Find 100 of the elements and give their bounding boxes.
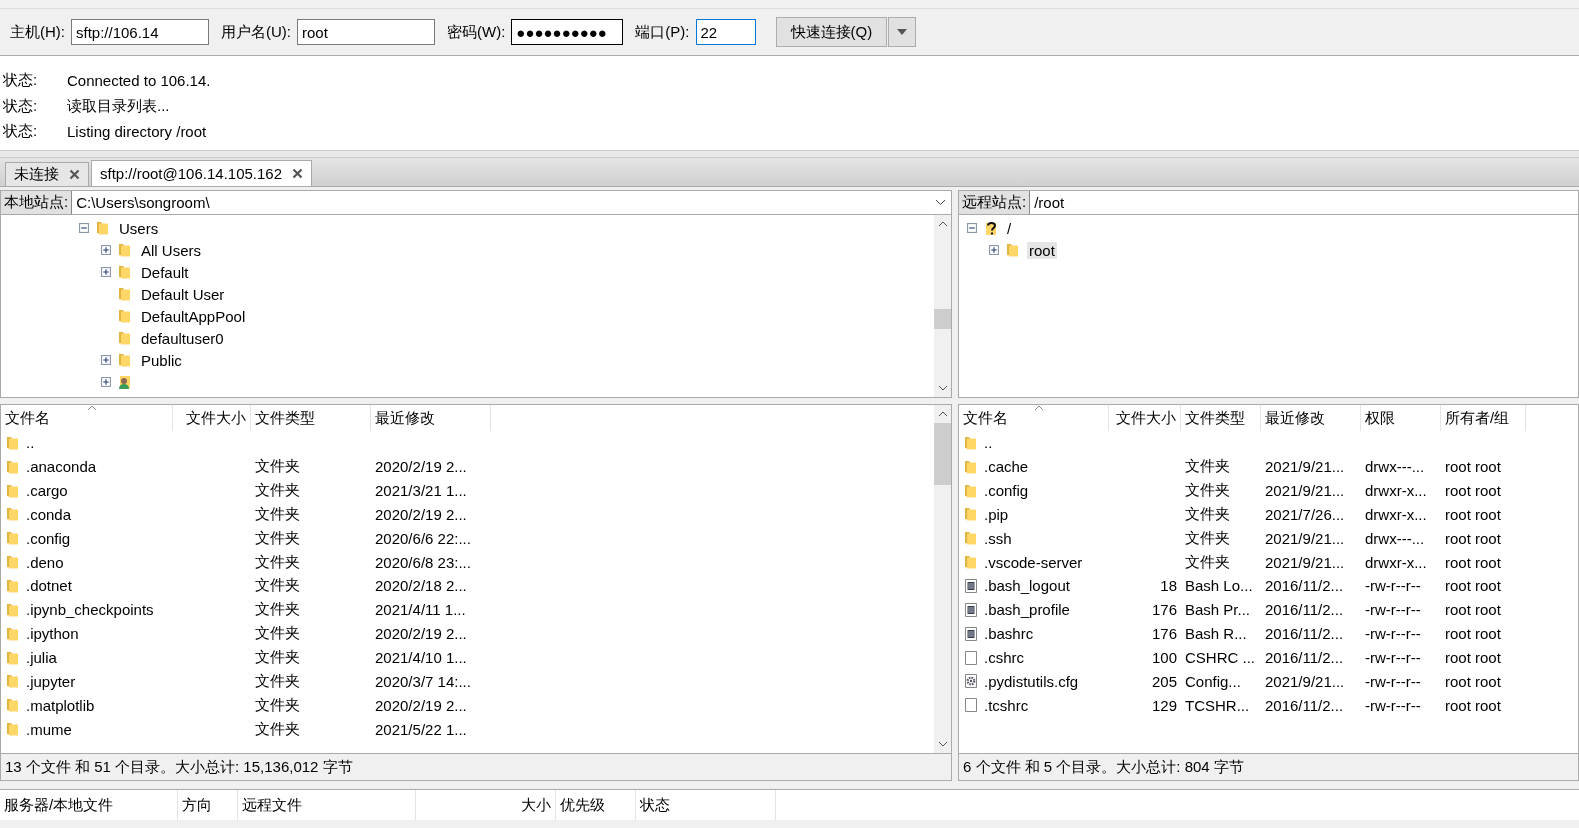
table-cell: 129 [1151, 696, 1177, 714]
file-name[interactable]: .config [984, 482, 1029, 500]
column-header[interactable]: 文件类型 [1181, 405, 1261, 431]
column-header[interactable]: 文件名 [1, 405, 173, 431]
file-name[interactable]: .. [984, 434, 993, 452]
table-cell: 文件夹 [1185, 481, 1230, 501]
quickconnect-button[interactable]: 快速连接(Q) [775, 17, 888, 47]
folder-icon [117, 264, 133, 280]
expand-icon[interactable] [989, 245, 999, 255]
folder-icon [117, 286, 133, 302]
file-name[interactable]: .config [26, 529, 71, 547]
file-name[interactable]: .ipython [26, 625, 79, 643]
input-field[interactable]: sftp://106.14 [71, 19, 209, 45]
file-name[interactable]: .anaconda [26, 458, 97, 476]
table-cell: 2020/2/19 2... [375, 458, 467, 476]
password-field[interactable]: ●●●●●●●●●● [511, 19, 624, 45]
file-name[interactable]: .matplotlib [26, 696, 95, 714]
scrollbar-thumb[interactable] [934, 308, 951, 330]
tree-item[interactable]: Default [139, 263, 191, 281]
table-cell: 100 [1151, 649, 1177, 666]
file-name[interactable]: .ipynb_checkpoints [26, 601, 154, 619]
folder-icon [117, 330, 133, 346]
tree-item[interactable]: Users [117, 219, 161, 237]
tab[interactable]: sftp://root@106.14.105.162 [91, 160, 313, 186]
file-name[interactable]: .cache [984, 458, 1029, 476]
scrollbar-thumb[interactable] [934, 423, 951, 486]
column-header[interactable]: 文件类型 [251, 405, 371, 431]
folder-icon [963, 434, 979, 451]
file-name[interactable]: .vscode-server [984, 553, 1083, 571]
tree-item[interactable]: / [1005, 219, 1014, 237]
file-name[interactable]: .cargo [26, 482, 68, 500]
input-field[interactable]: root [297, 19, 435, 45]
tree-item[interactable]: Default User [139, 285, 227, 303]
file-name[interactable]: .jupyter [26, 672, 76, 690]
file-name[interactable]: .tcshrc [984, 696, 1029, 714]
scroll-down-icon[interactable] [937, 741, 948, 747]
tree-item[interactable]: root [1027, 241, 1057, 259]
table-cell: root root [1445, 482, 1501, 500]
table-cell: root root [1445, 577, 1501, 595]
table-cell: 2021/5/22 1... [375, 720, 467, 738]
log-message: 读取目录列表... [67, 96, 170, 116]
text-file-icon [963, 601, 979, 618]
column-header[interactable]: 所有者/组 [1441, 405, 1526, 431]
file-name[interactable]: .dotnet [26, 577, 72, 595]
scrollbar[interactable] [934, 215, 951, 397]
folder-icon [117, 352, 133, 368]
column-header[interactable]: 文件大小 [1109, 405, 1181, 431]
input-field[interactable]: 22 [695, 19, 756, 45]
dropdown-button[interactable] [888, 17, 917, 47]
table-cell: -rw-r--r-- [1365, 577, 1421, 595]
column-header[interactable]: 最近修改 [371, 405, 491, 431]
table-cell: 2016/11/2... [1265, 696, 1344, 714]
expand-icon[interactable] [101, 355, 111, 365]
expand-icon[interactable] [101, 267, 111, 277]
table-cell: 文件夹 [255, 600, 300, 620]
file-name[interactable]: .deno [26, 553, 64, 571]
column-header[interactable]: 服务器/本地文件 [0, 790, 178, 820]
tab[interactable]: 未连接 [5, 162, 89, 186]
column-header[interactable]: 权限 [1361, 405, 1441, 431]
column-header[interactable]: 大小 [416, 790, 556, 820]
file-name[interactable]: .mume [26, 720, 72, 738]
file-name[interactable]: .cshrc [984, 649, 1024, 666]
file-name[interactable]: .conda [26, 505, 72, 523]
table-cell: 2021/9/21... [1265, 553, 1345, 571]
scroll-up-icon[interactable] [937, 221, 948, 227]
close-icon[interactable] [69, 169, 80, 180]
scrollbar[interactable] [934, 405, 951, 753]
table-cell: root root [1445, 649, 1501, 666]
column-header[interactable]: 状态 [636, 790, 776, 820]
expand-icon[interactable] [101, 245, 111, 255]
unknown-folder-icon [983, 220, 999, 236]
log-label: 状态: [2, 71, 39, 91]
text-file-icon [963, 578, 979, 594]
file-name[interactable]: .ssh [984, 529, 1012, 547]
column-header[interactable]: 优先级 [556, 790, 636, 820]
scroll-down-icon[interactable] [937, 385, 948, 391]
file-name[interactable]: .pip [984, 505, 1009, 523]
file-name[interactable]: .. [26, 434, 35, 452]
column-header[interactable]: 远程文件 [238, 790, 416, 820]
column-header[interactable]: 方向 [178, 790, 238, 820]
file-name[interactable]: .julia [26, 649, 57, 666]
file-name[interactable]: .bash_logout [984, 577, 1070, 595]
file-name[interactable]: .bash_profile [984, 601, 1070, 619]
column-header[interactable]: 文件大小 [173, 405, 251, 431]
collapse-icon[interactable] [79, 223, 89, 233]
scroll-up-icon[interactable] [937, 411, 948, 417]
expand-icon[interactable] [101, 377, 111, 387]
file-name[interactable]: .bashrc [984, 625, 1034, 643]
caret-icon [897, 29, 908, 35]
collapse-icon[interactable] [967, 223, 977, 233]
close-icon[interactable] [292, 168, 304, 179]
file-name[interactable]: .pydistutils.cfg [984, 672, 1079, 690]
tree-item[interactable]: Public [139, 351, 184, 369]
tree-item[interactable]: DefaultAppPool [139, 307, 248, 325]
folder-icon [5, 482, 21, 499]
column-header[interactable]: 文件名 [959, 405, 1109, 431]
tree-item[interactable]: defaultuser0 [139, 329, 226, 347]
table-cell: 2016/11/2... [1265, 625, 1344, 643]
column-header[interactable]: 最近修改 [1261, 405, 1361, 431]
tree-item[interactable]: All Users [139, 241, 203, 259]
